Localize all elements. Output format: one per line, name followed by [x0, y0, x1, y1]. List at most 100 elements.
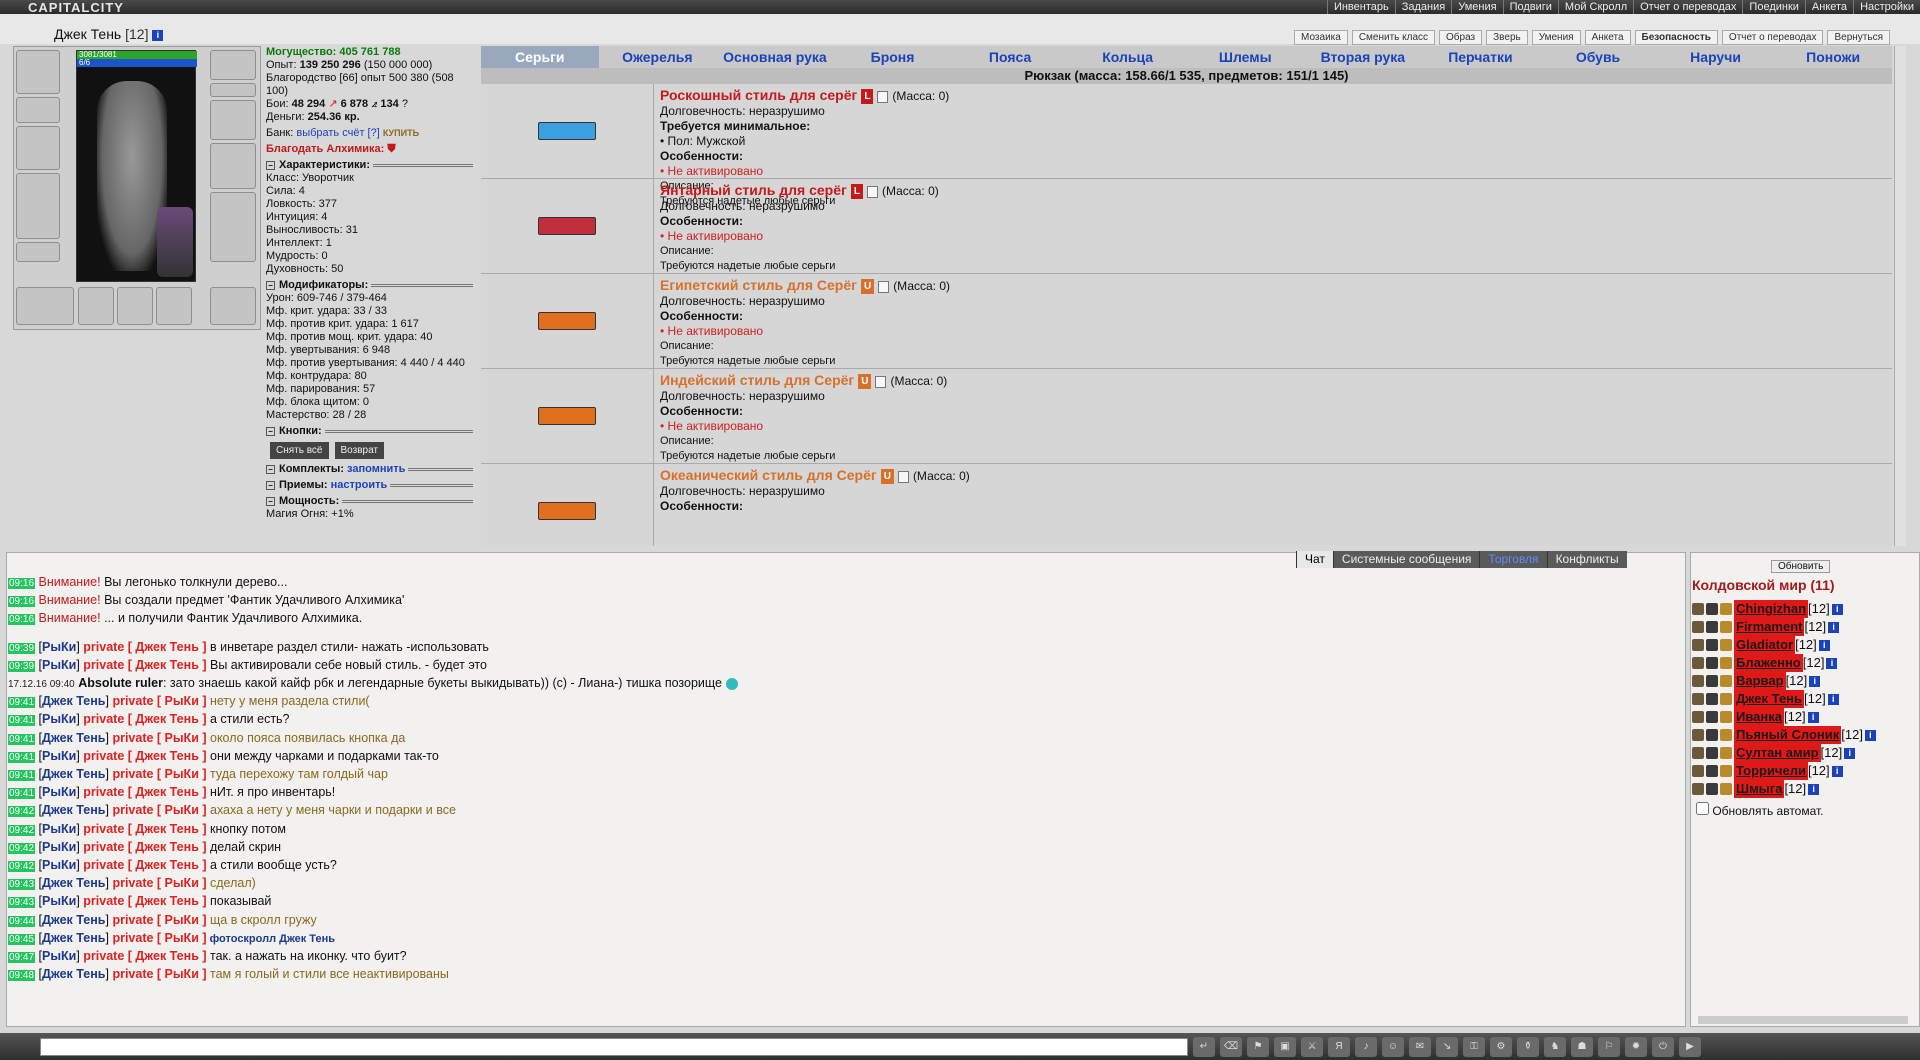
- private-recipient[interactable]: Джек Тень: [135, 749, 198, 763]
- chat-author[interactable]: РыКи: [42, 785, 76, 799]
- leggings-slot[interactable]: [210, 192, 256, 262]
- private-label[interactable]: private [: [83, 785, 135, 799]
- private-label[interactable]: private [: [112, 876, 164, 890]
- user-name[interactable]: Пьяный Слоник: [1734, 726, 1842, 744]
- private-label[interactable]: private [: [112, 731, 164, 745]
- ring-slot-1[interactable]: [78, 287, 114, 325]
- action-button[interactable]: Мозаика: [1294, 30, 1348, 45]
- user-name[interactable]: Варвар: [1734, 672, 1786, 690]
- ring-slot-3[interactable]: [156, 287, 192, 325]
- info-icon[interactable]: i: [1831, 765, 1843, 777]
- chat-icon[interactable]: ✉: [1409, 1037, 1431, 1057]
- info-icon[interactable]: i: [1831, 603, 1843, 615]
- info-icon[interactable]: i: [1818, 639, 1830, 651]
- collapse-icon[interactable]: −: [266, 497, 275, 506]
- top-nav-item[interactable]: Анкета: [1804, 0, 1853, 14]
- item-image[interactable]: [538, 407, 596, 425]
- collapse-icon[interactable]: −: [266, 161, 275, 170]
- chat-author[interactable]: РыКи: [42, 894, 76, 908]
- tab-item[interactable]: Серьги: [481, 46, 599, 68]
- private-label[interactable]: private [: [83, 858, 135, 872]
- top-nav-item[interactable]: Поединки: [1742, 0, 1805, 14]
- chat-author[interactable]: Джек Тень: [42, 913, 105, 927]
- remove-all-button[interactable]: Снять всё: [270, 442, 329, 459]
- user-name[interactable]: Firmament: [1734, 618, 1805, 636]
- chat-tab[interactable]: Системные сообщения: [1332, 551, 1480, 568]
- section-buttons[interactable]: − Кнопки:: [266, 425, 476, 438]
- top-nav-item[interactable]: Отчет о переводах: [1633, 0, 1742, 14]
- item-thumbnail[interactable]: [481, 464, 654, 546]
- weapon-slot[interactable]: [16, 126, 60, 170]
- bottle-icon[interactable]: ⚱: [1517, 1037, 1539, 1057]
- section-moves[interactable]: − Приемы: настроить: [266, 479, 476, 492]
- boots-slot[interactable]: [210, 287, 256, 325]
- chat-author[interactable]: Джек Тень: [42, 931, 105, 945]
- top-nav-item[interactable]: Инвентарь: [1326, 0, 1395, 14]
- info-icon[interactable]: i: [152, 29, 164, 41]
- belt-slot[interactable]: [16, 242, 60, 262]
- private-recipient[interactable]: РыКи: [165, 694, 199, 708]
- return-button[interactable]: Возврат: [334, 442, 384, 459]
- chat-author[interactable]: РыКи: [42, 949, 76, 963]
- auto-refresh-toggle[interactable]: Обновлять автомат.: [1696, 802, 1824, 818]
- collapse-icon[interactable]: −: [266, 465, 275, 474]
- private-recipient[interactable]: РыКи: [165, 931, 199, 945]
- item-image[interactable]: [538, 502, 596, 520]
- item-image[interactable]: [538, 217, 596, 235]
- tab-item[interactable]: Шлемы: [1186, 46, 1304, 68]
- rings-slot[interactable]: [210, 83, 256, 97]
- item-thumbnail[interactable]: [481, 369, 654, 463]
- chat-author[interactable]: РыКи: [42, 658, 76, 672]
- user-name[interactable]: Торричели: [1734, 762, 1808, 780]
- collapse-icon[interactable]: −: [266, 481, 275, 490]
- private-label[interactable]: private [: [83, 949, 135, 963]
- private-label[interactable]: private [: [112, 803, 164, 817]
- chat-input[interactable]: [40, 1038, 1188, 1056]
- item-thumbnail[interactable]: [481, 274, 654, 368]
- private-label[interactable]: private [: [112, 694, 164, 708]
- top-nav-item[interactable]: Настройки: [1853, 0, 1920, 14]
- chat-tab[interactable]: Торговля: [1479, 551, 1547, 568]
- private-label[interactable]: private [: [83, 840, 135, 854]
- chat-author[interactable]: РыКи: [42, 712, 76, 726]
- info-icon[interactable]: i: [1826, 657, 1838, 669]
- tab-item[interactable]: Наручи: [1657, 46, 1775, 68]
- chat-author[interactable]: РыКи: [42, 640, 76, 654]
- items-scrollbar[interactable]: [1894, 46, 1906, 546]
- bank-help-link[interactable]: [?]: [368, 127, 380, 139]
- info-icon[interactable]: i: [1828, 621, 1840, 633]
- item-image[interactable]: [538, 312, 596, 330]
- chat-author[interactable]: Джек Тень: [42, 803, 105, 817]
- action-button[interactable]: Отчет о переводах: [1721, 30, 1824, 45]
- private-recipient[interactable]: Джек Тень: [135, 822, 198, 836]
- private-label[interactable]: private [: [83, 749, 135, 763]
- copy-icon[interactable]: [878, 280, 890, 293]
- item-title[interactable]: Океанический стиль для Серёг: [660, 467, 877, 483]
- music-icon[interactable]: ♪: [1355, 1037, 1377, 1057]
- potion-icon[interactable]: ☗: [1571, 1037, 1593, 1057]
- collapse-icon[interactable]: −: [266, 281, 275, 290]
- smile-icon[interactable]: ☺: [1382, 1037, 1404, 1057]
- chat-author[interactable]: РыКи: [42, 840, 76, 854]
- private-label[interactable]: private [: [83, 712, 135, 726]
- flag-icon[interactable]: ⚐: [1598, 1037, 1620, 1057]
- private-recipient[interactable]: Джек Тень: [135, 658, 198, 672]
- chat-author[interactable]: Джек Тень: [42, 967, 105, 981]
- chat-author[interactable]: РыКи: [42, 858, 76, 872]
- copy-icon[interactable]: [877, 90, 889, 103]
- chat-tab[interactable]: Конфликты: [1546, 551, 1627, 568]
- section-sets[interactable]: − Комплекты: запомнить: [266, 463, 476, 476]
- tab-item[interactable]: Ожерелья: [599, 46, 717, 68]
- tab-item[interactable]: Обувь: [1539, 46, 1657, 68]
- private-recipient[interactable]: РыКи: [165, 803, 199, 817]
- tab-item[interactable]: Броня: [834, 46, 952, 68]
- online-scrollbar[interactable]: [1698, 1016, 1908, 1024]
- character-name[interactable]: Джек Тень [12] i: [54, 26, 164, 42]
- chat-author[interactable]: РыКи: [42, 822, 76, 836]
- copy-icon[interactable]: [897, 470, 909, 483]
- item-title[interactable]: Египетский стиль для Серёг: [660, 277, 857, 293]
- user-name[interactable]: Джек Тень: [1734, 690, 1805, 708]
- private-label[interactable]: private [: [112, 931, 164, 945]
- top-nav-item[interactable]: Умения: [1451, 0, 1502, 14]
- info-icon[interactable]: i: [1808, 783, 1820, 795]
